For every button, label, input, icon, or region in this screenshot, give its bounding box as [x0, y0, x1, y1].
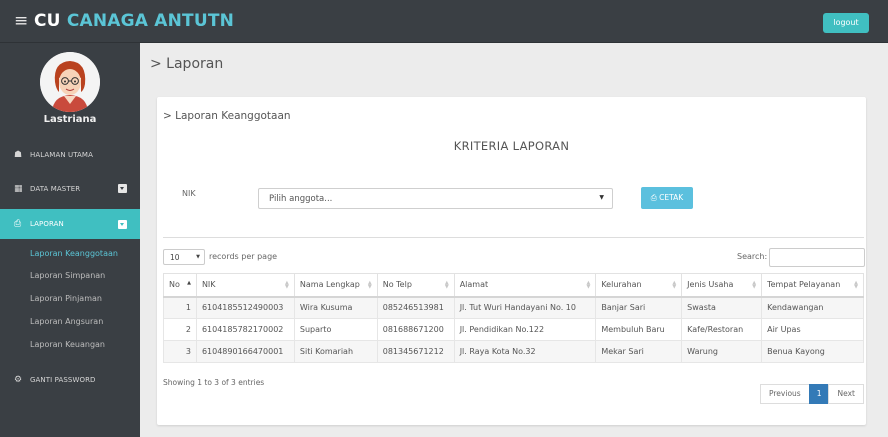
- caret-down-icon: [118, 220, 127, 229]
- sort-icon: ▲ ▼: [285, 280, 289, 290]
- brand-name: CANAGA ANTUTN: [66, 11, 235, 31]
- sort-icon: ▲ ▼: [444, 280, 449, 290]
- footer-strip: [140, 432, 888, 437]
- page-length-label: records per page: [209, 252, 278, 261]
- nav-item-laporan[interactable]: ⎙ LAPORAN: [0, 209, 140, 239]
- cell-kelurahan: Membuluh Baru: [595, 318, 683, 341]
- column-header-nama[interactable]: Nama Lengkap ▲ ▼: [293, 273, 378, 298]
- sort-icon: ▲ ▼: [367, 280, 372, 290]
- page-button-1[interactable]: 1: [808, 384, 830, 404]
- cell-tempat: Benua Kayong: [761, 340, 864, 363]
- nav-item-ganti-password[interactable]: ⚙ GANTI PASSWORD: [0, 368, 140, 392]
- next-page-button[interactable]: Next: [828, 384, 864, 404]
- page-length-select[interactable]: 10 ▼: [163, 249, 205, 265]
- cell-nik: 6104890166470001: [195, 340, 295, 363]
- column-header-kelurahan[interactable]: Kelurahan ▲ ▼: [595, 273, 683, 298]
- menu-toggle-icon[interactable]: ≡: [14, 12, 28, 30]
- caret-down-icon: [118, 184, 127, 193]
- member-select-value: Pilih anggota...: [269, 194, 333, 204]
- column-header-telp[interactable]: No Telp ▲ ▼: [376, 273, 455, 298]
- cell-kelurahan: Banjar Sari: [595, 296, 683, 319]
- submenu-laporan-simpanan[interactable]: Laporan Simpanan: [30, 271, 105, 280]
- cell-nama: Siti Komariah: [293, 340, 378, 363]
- report-panel: > Laporan Keanggotaan KRITERIA LAPORAN N…: [157, 97, 866, 425]
- cell-telp: 085246513981: [376, 296, 455, 319]
- page-title: > Laporan: [150, 56, 224, 72]
- print-button[interactable]: ⎙ CETAK: [641, 187, 693, 209]
- nav-label: LAPORAN: [30, 220, 64, 228]
- table-header-row: No ▲ NIK ▲ ▼ Nama Lengkap ▲ ▼ No Telp ▲ ▼ Alama…: [163, 273, 864, 298]
- sort-asc-icon: ▲: [187, 280, 191, 286]
- table-row: 2 6104185782170002 Suparto 081688671200 …: [163, 318, 864, 341]
- nav-item-halaman-utama[interactable]: ☗ HALAMAN UTAMA: [0, 143, 140, 167]
- folder-icon: ▦: [14, 184, 23, 194]
- print-button-label: CETAK: [659, 193, 684, 202]
- cell-tempat: Kendawangan: [761, 296, 864, 319]
- column-header-jenis-usaha[interactable]: Jenis Usaha ▲ ▼: [681, 273, 763, 298]
- username: Lastriana: [43, 114, 97, 125]
- cell-tempat: Air Upas: [761, 318, 864, 341]
- table-row: 1 6104185512490003 Wira Kusuma 085246513…: [163, 296, 864, 319]
- cell-telp: 081345671212: [376, 340, 455, 363]
- pagination: Previous 1 Next: [760, 384, 864, 404]
- column-header-tempat[interactable]: Tempat Pelayanan ▲ ▼: [761, 273, 864, 298]
- member-select[interactable]: Pilih anggota... ▼: [258, 188, 613, 209]
- search-input[interactable]: [769, 248, 865, 267]
- submenu-laporan-keanggotaan[interactable]: Laporan Keanggotaan: [30, 249, 118, 258]
- nik-label: NIK: [182, 189, 196, 198]
- submenu-laporan-pinjaman[interactable]: Laporan Pinjaman: [30, 294, 102, 303]
- nav-label: GANTI PASSWORD: [30, 376, 96, 384]
- previous-page-button[interactable]: Previous: [760, 384, 810, 404]
- cell-nama: Wira Kusuma: [293, 296, 378, 319]
- page-length-value: 10: [170, 253, 180, 262]
- cell-telp: 081688671200: [376, 318, 455, 341]
- nav-item-data-master[interactable]: ▦ DATA MASTER: [0, 177, 140, 201]
- search-label: Search:: [737, 252, 768, 261]
- avatar: [40, 52, 100, 112]
- column-header-alamat[interactable]: Alamat ▲ ▼: [453, 273, 597, 298]
- chevron-down-icon: ▼: [599, 194, 604, 201]
- column-header-no[interactable]: No ▲: [163, 273, 197, 298]
- table-row: 3 6104890166470001 Siti Komariah 0813456…: [163, 340, 864, 363]
- home-icon: ☗: [14, 150, 23, 160]
- chevron-down-icon: ▼: [196, 254, 200, 260]
- members-table: No ▲ NIK ▲ ▼ Nama Lengkap ▲ ▼ No Telp ▲ ▼ Alama…: [163, 273, 864, 363]
- nav-label: HALAMAN UTAMA: [30, 151, 93, 159]
- table-info: Showing 1 to 3 of 3 entries: [163, 378, 265, 387]
- cell-nik: 6104185512490003: [195, 296, 295, 319]
- sort-icon: ▲ ▼: [672, 280, 677, 290]
- cell-nik: 6104185782170002: [195, 318, 295, 341]
- cell-jenis-usaha: Warung: [681, 340, 763, 363]
- column-header-nik[interactable]: NIK ▲ ▼: [195, 273, 295, 298]
- cell-no: 1: [163, 296, 197, 319]
- panel-title: > Laporan Keanggotaan: [163, 110, 291, 122]
- cell-no: 3: [163, 340, 197, 363]
- cell-nama: Suparto: [293, 318, 378, 341]
- brand-logo[interactable]: CU CANAGA ANTUTN: [34, 11, 234, 31]
- cell-alamat: Jl. Pendidikan No.122: [453, 318, 597, 341]
- cell-alamat: Jl. Raya Kota No.32: [453, 340, 597, 363]
- sort-icon: ▲ ▼: [586, 280, 591, 290]
- sidebar: Lastriana ☗ HALAMAN UTAMA ▦ DATA MASTER …: [0, 43, 140, 437]
- submenu-laporan-keuangan[interactable]: Laporan Keuangan: [30, 340, 105, 349]
- cell-jenis-usaha: Kafe/Restoran: [681, 318, 763, 341]
- cell-alamat: Jl. Tut Wuri Handayani No. 10: [453, 296, 597, 319]
- cell-jenis-usaha: Swasta: [681, 296, 763, 319]
- criteria-heading: KRITERIA LAPORAN: [453, 139, 570, 153]
- print-icon: ⎙: [650, 193, 657, 202]
- nav-label: DATA MASTER: [30, 185, 81, 193]
- cell-no: 2: [163, 318, 197, 341]
- top-navbar: ≡ CU CANAGA ANTUTN logout: [0, 0, 888, 43]
- user-avatar-icon: [40, 52, 100, 112]
- sort-icon: ▲ ▼: [854, 280, 858, 290]
- submenu-laporan-angsuran[interactable]: Laporan Angsuran: [30, 317, 103, 326]
- sort-icon: ▲ ▼: [752, 280, 757, 290]
- cogs-icon: ⚙: [14, 375, 23, 385]
- brand-prefix: CU: [34, 11, 61, 31]
- cell-kelurahan: Mekar Sari: [595, 340, 683, 363]
- print-icon: ⎙: [14, 219, 22, 229]
- logout-button[interactable]: logout: [823, 13, 869, 33]
- divider: [163, 237, 864, 238]
